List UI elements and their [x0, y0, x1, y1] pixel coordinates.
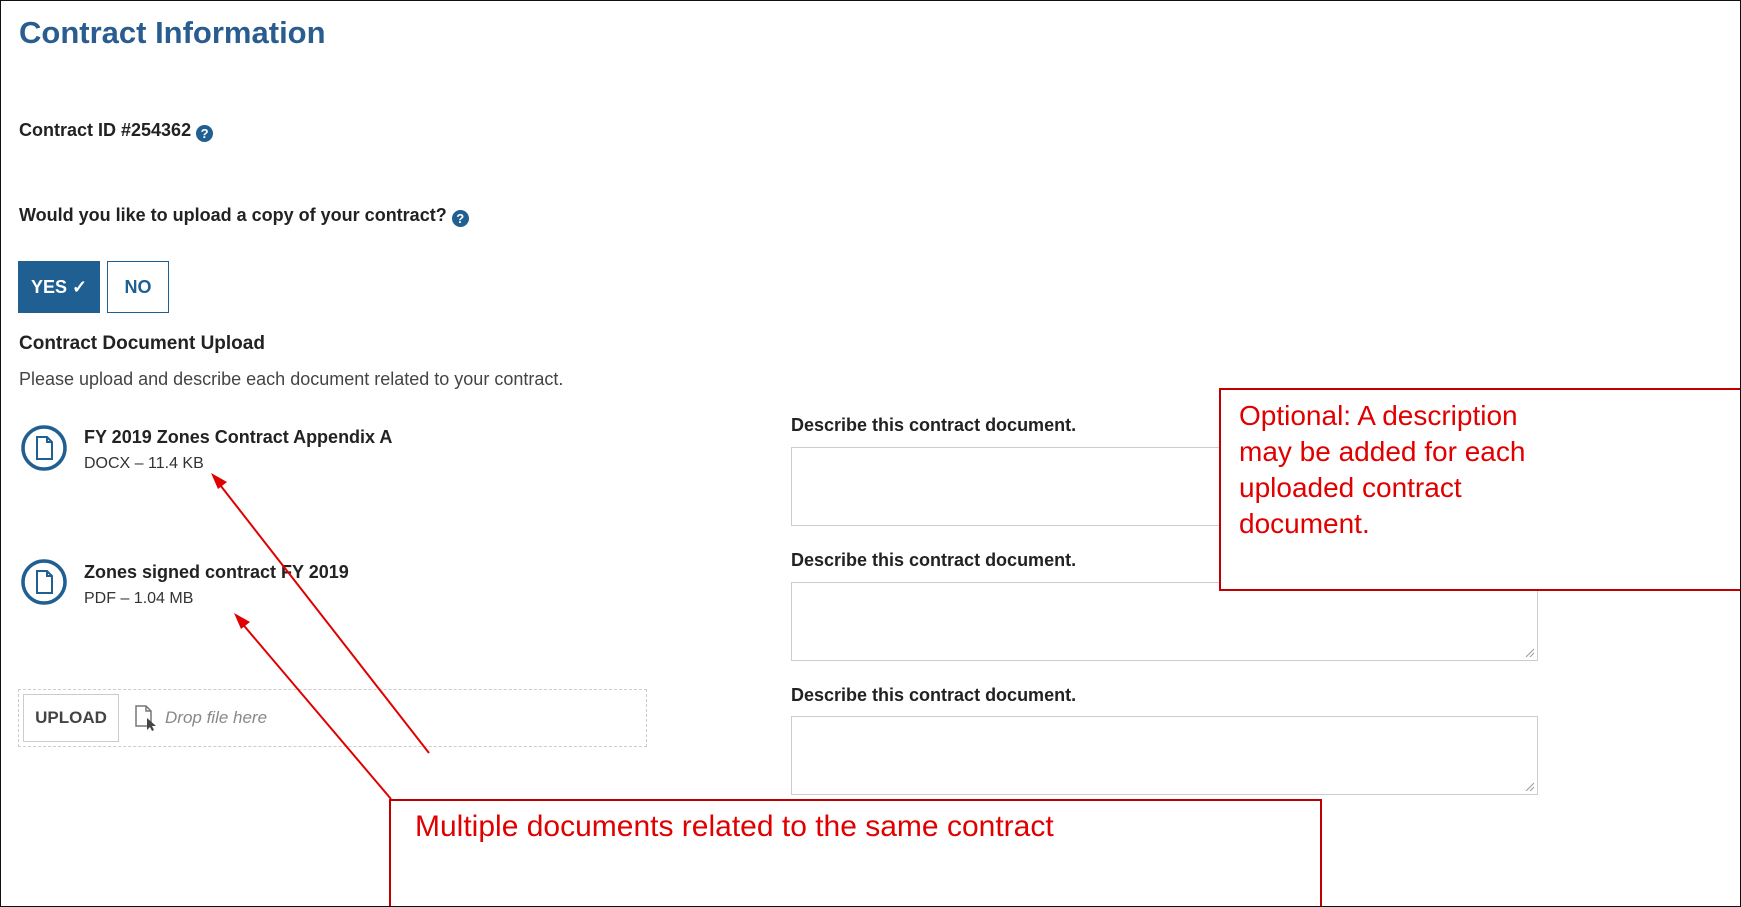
upload-section-heading: Contract Document Upload	[19, 333, 265, 354]
no-button[interactable]: NO	[107, 261, 169, 313]
resize-handle-icon[interactable]	[1525, 648, 1534, 657]
describe-label-1: Describe this contract document.	[791, 415, 1077, 435]
description-textarea-3[interactable]	[791, 716, 1538, 795]
describe-label-3: Describe this contract document.	[791, 685, 1077, 705]
upload-question: Would you like to upload a copy of your …	[19, 205, 469, 227]
contract-id-label: Contract ID #254362?	[19, 120, 214, 142]
file-dropzone[interactable]: UPLOAD Drop file here	[18, 689, 647, 747]
upload-instructions: Please upload and describe each document…	[19, 369, 564, 389]
file-name-1[interactable]: FY 2019 Zones Contract Appendix A	[84, 427, 392, 448]
description-callout: Optional: A description may be added for…	[1219, 388, 1740, 591]
contract-id-text: Contract ID #254362	[19, 120, 192, 140]
page-frame: Contract Information Contract ID #254362…	[0, 0, 1741, 907]
callout-line-4: document.	[1239, 508, 1370, 539]
multiple-docs-callout: Multiple documents related to the same c…	[389, 799, 1322, 906]
callout-line-1: Optional: A description	[1239, 400, 1518, 431]
upload-question-text: Would you like to upload a copy of your …	[19, 205, 447, 225]
question-circle-icon[interactable]: ?	[451, 210, 469, 227]
question-circle-icon[interactable]: ?	[196, 125, 214, 142]
drop-file-icon	[135, 705, 156, 731]
file-name-2[interactable]: Zones signed contract FY 2019	[84, 562, 349, 583]
callout-line-2: may be added for each	[1239, 436, 1526, 467]
page-title: Contract Information	[19, 15, 326, 50]
multiple-docs-text: Multiple documents related to the same c…	[415, 810, 1054, 843]
drop-placeholder: Drop file here	[165, 708, 268, 727]
callout-line-3: uploaded contract	[1239, 472, 1462, 503]
file-icon	[21, 559, 67, 605]
file-meta-2: PDF – 1.04 MB	[84, 590, 194, 607]
file-meta-1: DOCX – 11.4 KB	[84, 455, 204, 472]
describe-label-2: Describe this contract document.	[791, 550, 1077, 570]
upload-button[interactable]: UPLOAD	[23, 694, 119, 742]
description-textarea-2[interactable]	[791, 582, 1538, 661]
file-icon	[21, 425, 67, 471]
yes-button[interactable]: YES ✓	[18, 261, 100, 313]
arrowhead-icon	[211, 473, 227, 489]
arrowhead-icon	[234, 613, 250, 629]
resize-handle-icon[interactable]	[1525, 782, 1534, 791]
